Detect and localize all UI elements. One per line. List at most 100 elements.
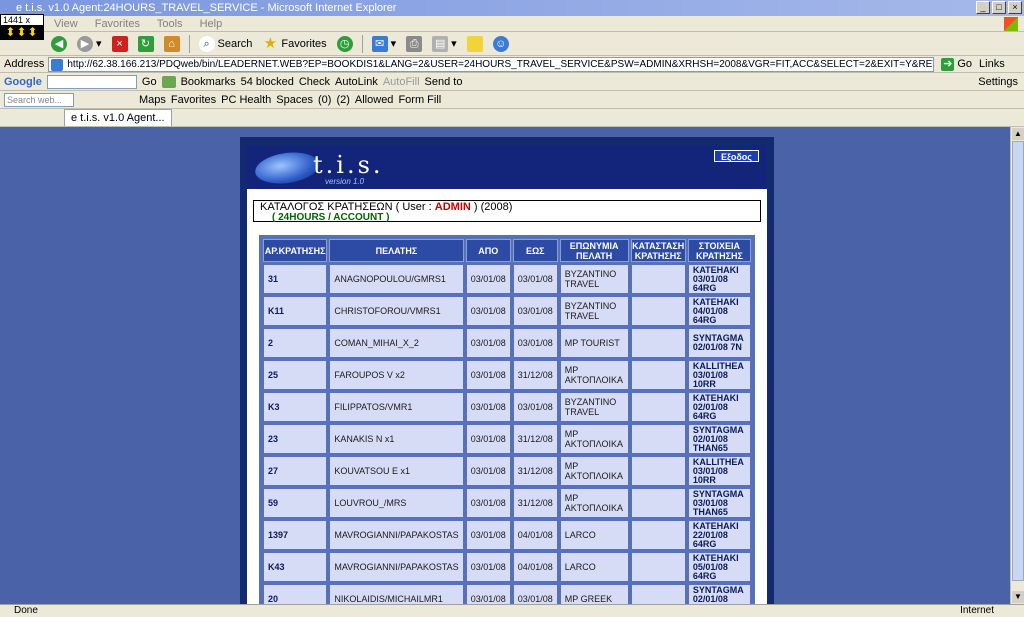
favorites-label: Favorites [281,37,327,50]
check-button[interactable]: Check [299,76,330,88]
tab-etis[interactable]: e t.i.s. v1.0 Agent... [64,109,172,126]
booking-details: SYNTAGMA 02/01/08 7N [687,328,751,358]
table-row[interactable]: K3 FILIPPATOS/VMR1 03/01/08 03/01/08 ΒΥΖΑΝΤΙ… [263,392,751,422]
minimize-button[interactable]: _ [976,1,990,14]
maps-button[interactable]: Maps [139,94,166,106]
menu-tools[interactable]: Tools [157,18,183,30]
google-go-button[interactable]: Go [142,76,157,88]
booking-number[interactable]: 59 [263,488,328,518]
date-to: 03/01/08 [512,296,558,326]
search-button[interactable]: ⌕ Search [196,34,256,54]
company-name: LARCO [559,520,629,550]
booking-number[interactable]: K3 [263,392,328,422]
client-name: NIKOLAIDIS/MICHAILMR1 [329,584,464,604]
date-to: 31/12/08 [512,456,558,486]
date-from: 03/01/08 [465,424,511,454]
company-name: ΒΥΖΑΝΤΙΝΟ TRAVEL [559,392,629,422]
address-input[interactable]: http://62.38.166.213/PDQweb/bin/LEADERNE… [48,56,935,72]
google-logo[interactable]: Google [4,76,42,88]
messenger-count[interactable]: (2) [336,94,349,106]
bookmarks-button[interactable]: Bookmarks [181,76,236,88]
booking-status [630,328,686,358]
allowed-button[interactable]: Allowed [355,94,394,106]
history-icon: ◷ [336,35,353,52]
sendto-button[interactable]: Send to [425,76,463,88]
notes-button[interactable] [464,34,486,54]
table-row[interactable]: K43 MAVROGIANNI/PAPAKOSTAS 03/01/08 04/01/0… [263,552,751,582]
client-name: MAVROGIANNI/PAPAKOSTAS [329,552,464,582]
booking-number[interactable]: 27 [263,456,328,486]
menu-view[interactable]: View [54,18,78,30]
date-to: 03/01/08 [512,328,558,358]
scroll-down-button[interactable]: ▼ [1012,591,1024,603]
booking-number[interactable]: 31 [263,264,328,294]
msn-favorites-button[interactable]: Favorites [171,94,216,106]
history-button[interactable]: ◷ [334,34,356,54]
booking-number[interactable]: 1397 [263,520,328,550]
booking-number[interactable]: 25 [263,360,328,390]
scroll-up-button[interactable]: ▲ [1012,128,1024,140]
back-arrow-icon: ◀ [51,35,67,52]
menu-help[interactable]: Help [200,18,223,30]
home-button[interactable]: ⌂ [161,34,183,54]
resize-arrows-icon: ⬍⬍⬍ [1,25,43,39]
table-row[interactable]: K11 CHRISTOFOROU/VMRS1 03/01/08 03/01/08 ΒΥΖ… [263,296,751,326]
status-text: Done [14,605,38,616]
messenger-button[interactable]: ☺ [490,34,512,54]
google-settings-button[interactable]: Settings [978,76,1018,88]
note-icon [466,35,483,52]
table-row[interactable]: 25 FAROUPOS V x2 03/01/08 31/12/08 MP ΑΚΤΟΠΛ… [263,360,751,390]
autolink-button[interactable]: AutoLink [335,76,378,88]
mail-count[interactable]: (0) [318,94,331,106]
popup-blocked[interactable]: 54 blocked [241,76,294,88]
form-fill-button[interactable]: Form Fill [398,94,441,106]
table-row[interactable]: 2 COMAN_MIHAI_X_2 03/01/08 03/01/08 MP TOURI… [263,328,751,358]
spaces-button[interactable]: Spaces [276,94,313,106]
table-row[interactable]: 23 KANAKIS N x1 03/01/08 31/12/08 MP ΑΚΤΟΠΛΟ… [263,424,751,454]
table-row[interactable]: 20 NIKOLAIDIS/MICHAILMR1 03/01/08 03/01/08 M… [263,584,751,604]
booking-number[interactable]: 2 [263,328,328,358]
menu-favorites[interactable]: Favorites [95,18,140,30]
favorites-button[interactable]: ★ Favorites [259,34,329,54]
page-icon [51,58,64,71]
web-search-input[interactable]: Search web... [4,92,74,107]
stop-icon: × [111,35,128,52]
autofill-button[interactable]: AutoFill [383,76,420,88]
scroll-thumb[interactable] [1012,141,1024,581]
column-header: ΚΑΤΑΣΤΑΣΗ ΚΡΑΤΗΣΗΣ [630,239,686,262]
stop-button[interactable]: × [109,34,131,54]
exit-button[interactable]: Εξοδος [713,150,759,162]
date-from: 03/01/08 [465,328,511,358]
vertical-scrollbar[interactable]: ▲ ▼ [1010,127,1024,604]
booking-number[interactable]: K43 [263,552,328,582]
pc-health-button[interactable]: PC Health [221,94,271,106]
mail-button[interactable]: ✉ ▾ [369,34,400,54]
booking-list-info: ΚΑΤΑΛΟΓΟΣ ΚΡΑΤΗΣΕΩΝ ( User : ADMIN ) (20… [253,200,761,223]
table-row[interactable]: 31 ANAGNOPOULOU/GMRS1 03/01/08 03/01/08 ΒΥΖΑ… [263,264,751,294]
home-icon: ⌂ [163,35,180,52]
print-button[interactable]: ⎙ [403,34,425,54]
refresh-button[interactable]: ↻ [135,34,157,54]
date-from: 03/01/08 [465,296,511,326]
table-row[interactable]: 27 KOUVATSOU E x1 03/01/08 31/12/08 MP ΑΚΤΟΠ… [263,456,751,486]
booking-details: SYNTAGMA 02/01/08 55AM [687,584,751,604]
back-button[interactable]: ◀ [48,34,70,54]
go-button[interactable]: ➜ Go [938,54,975,74]
google-search-input[interactable] [46,74,137,89]
booking-details: SYNTAGMA 02/01/08 THAN65 [687,424,751,454]
bookings-table-wrap: ΑΡ.ΚΡΑΤΗΣΗΣ ΠΕΛΑΤΗΣ ΑΠΟ ΕΩΣ ΕΠΩΝΥΜΙΑ ΠΕΛΑΤΗ Κ… [259,235,755,604]
booking-number[interactable]: K11 [263,296,328,326]
client-name: LOUVROU_/MRS [329,488,464,518]
edit-button[interactable]: ▤ ▾ [429,34,460,54]
links-label[interactable]: Links [979,58,1005,70]
maximize-button[interactable]: □ [992,1,1006,14]
table-row[interactable]: 59 LOUVROU_/MRS 03/01/08 31/12/08 MP ΑΚΤΟΠΛΟ… [263,488,751,518]
booking-status [630,584,686,604]
booking-number[interactable]: 20 [263,584,328,604]
table-row[interactable]: 1397 MAVROGIANNI/PAPAKOSTAS 03/01/08 04/01/… [263,520,751,550]
etis-logo: t.i.s. version 1.0 [253,148,381,189]
close-window-button[interactable]: × [1008,1,1022,14]
dimension-tooltip: 1441 x 868 ⬍⬍⬍ [0,14,44,40]
forward-button[interactable]: ▶ ▾ [74,34,105,54]
booking-number[interactable]: 23 [263,424,328,454]
